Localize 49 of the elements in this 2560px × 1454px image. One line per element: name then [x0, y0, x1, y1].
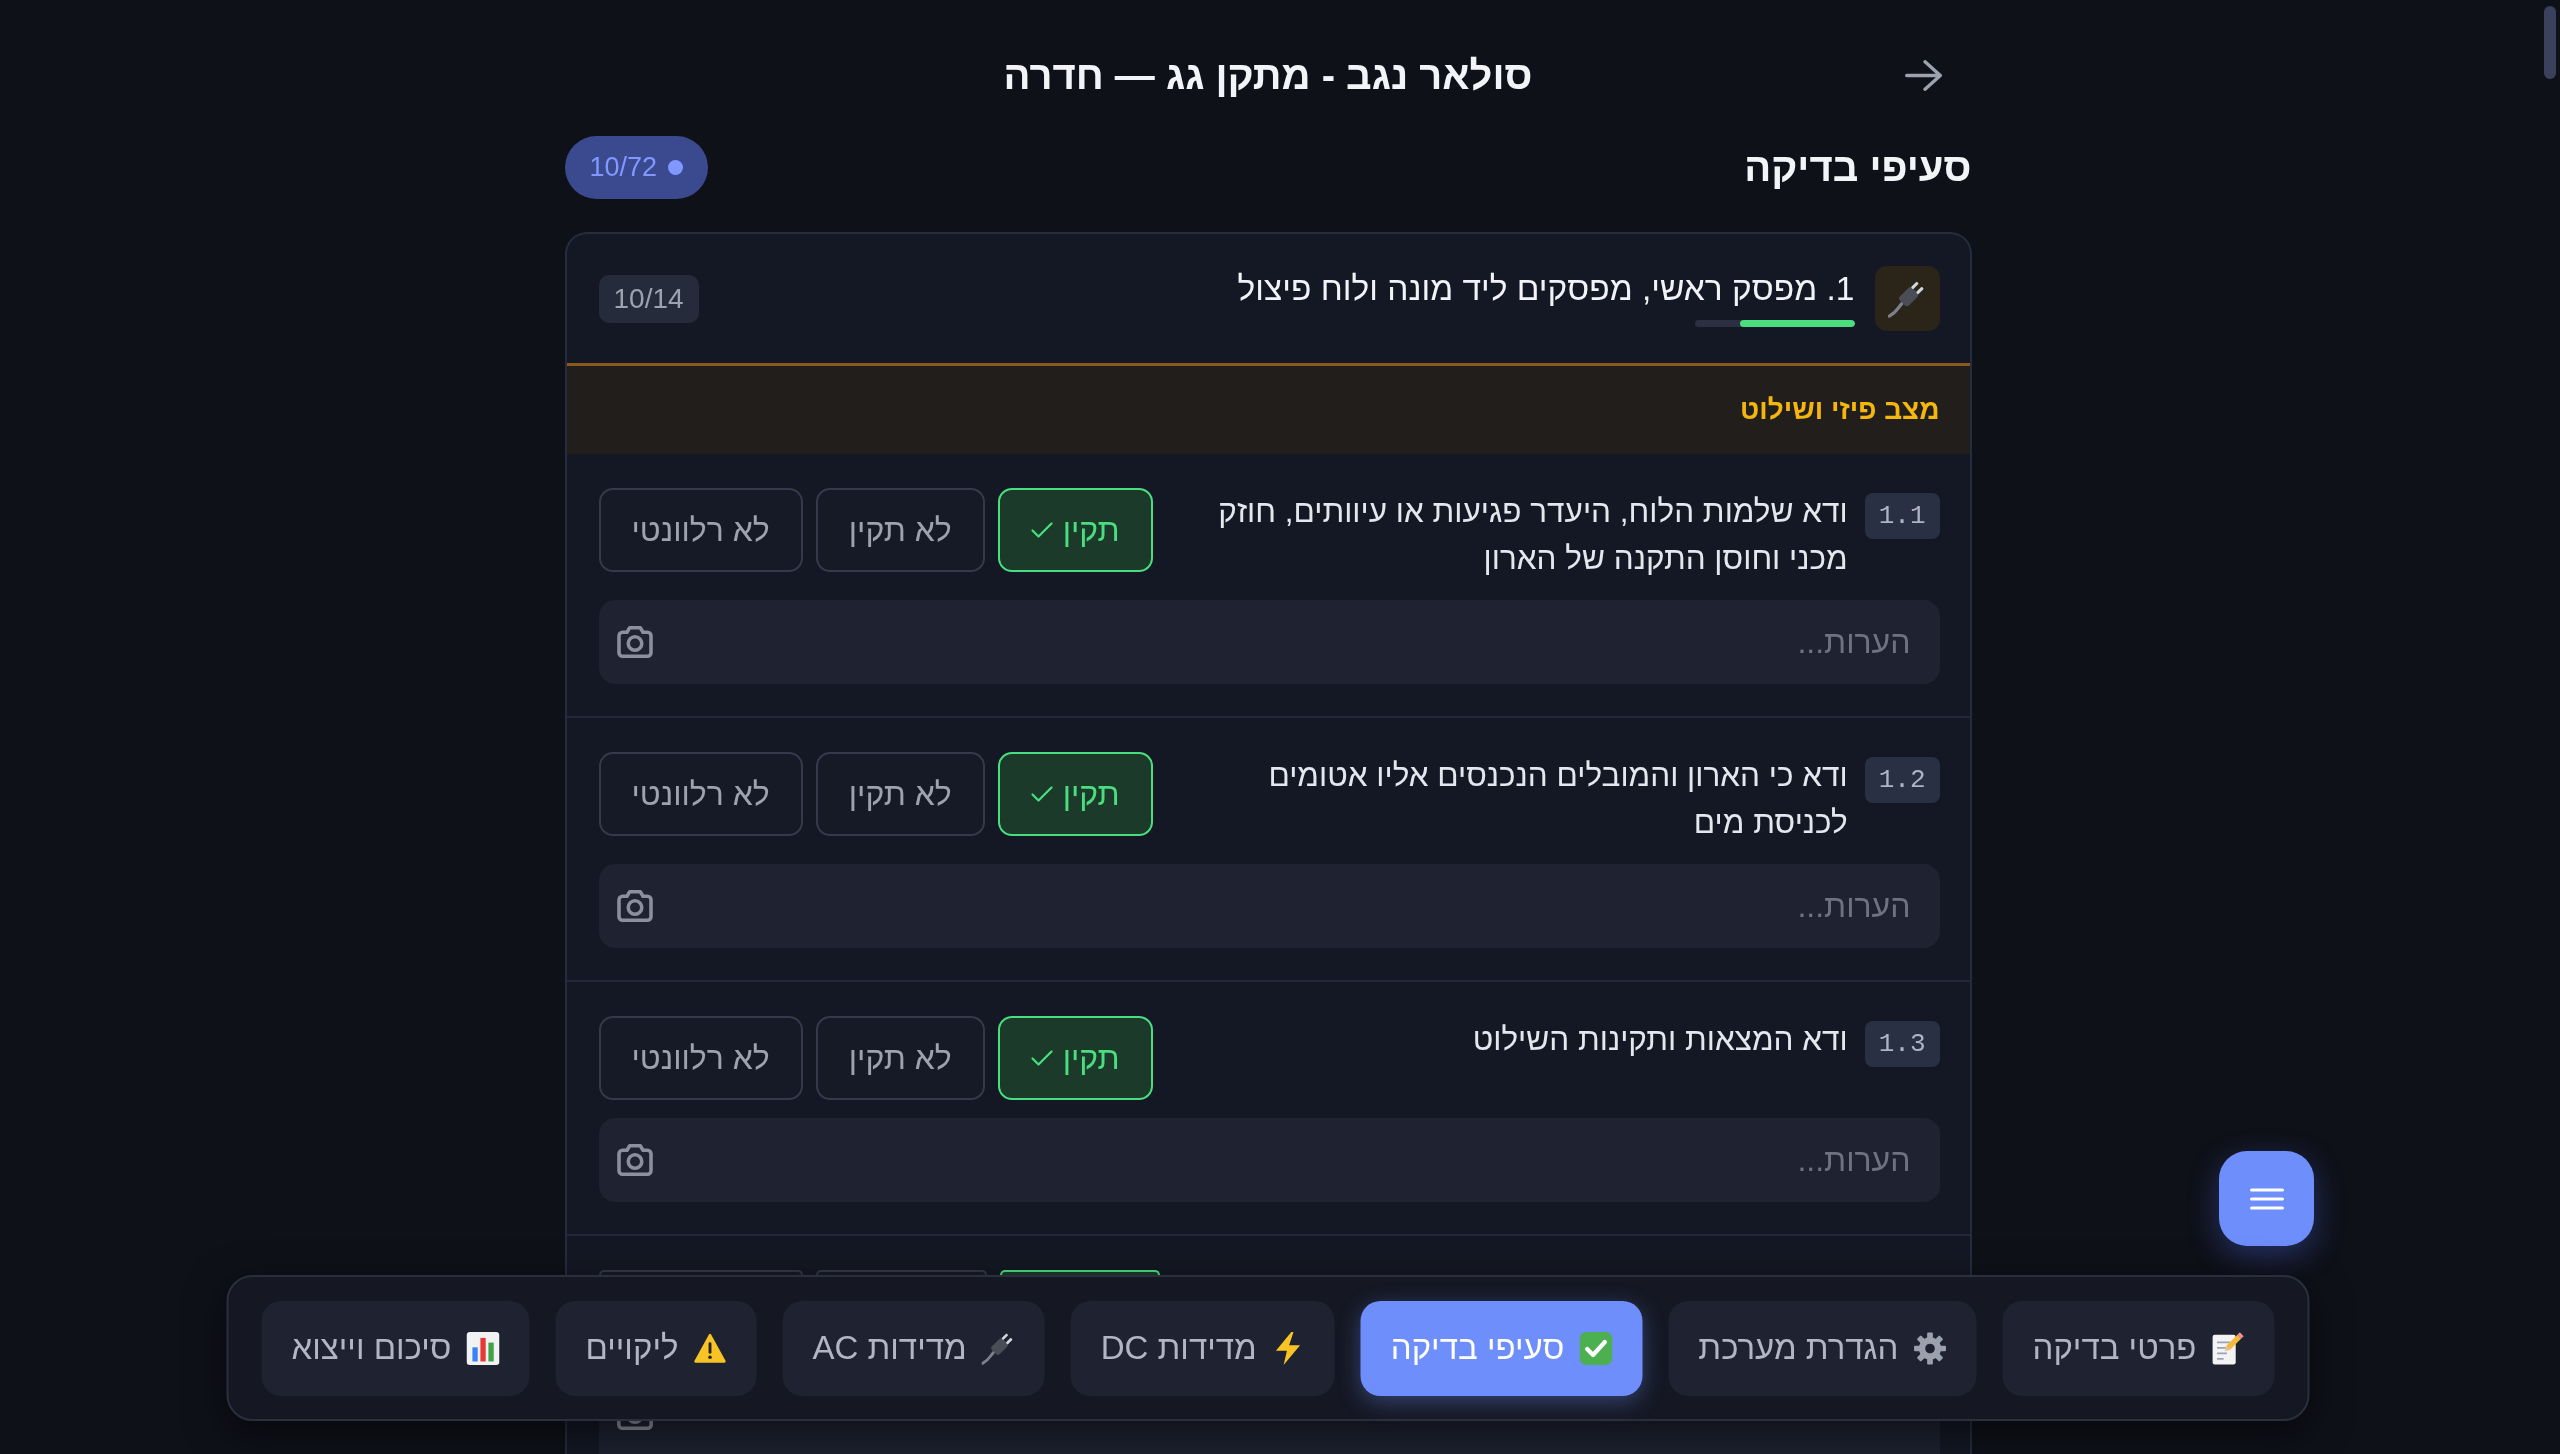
item-text: ודא שלמות הלוח, היעדר פגיעות או עיוותים, חוזק מכני וחוסן התקנה של הארון	[1217, 492, 1848, 578]
nav-tab[interactable]: פרטי בדיקה	[2002, 1300, 2275, 1396]
menu-button[interactable]	[2219, 1151, 2314, 1246]
item-number: 1.3	[1864, 1021, 1940, 1067]
bar-chart-icon[interactable]	[466, 1331, 500, 1365]
check-icon	[1030, 786, 1053, 802]
camera-icon[interactable]	[616, 626, 653, 658]
camera-icon[interactable]	[616, 1144, 653, 1176]
page-title: סולאר נגב - מתקן גג — חדרה	[1003, 52, 1533, 98]
section-title: 1. מפסק ראשי, מפסקים ליד מונה ולוח פיצול	[1237, 270, 1855, 308]
status-button[interactable]: תקין	[997, 752, 1153, 836]
notes-field[interactable]: הערות...	[598, 1118, 1940, 1202]
back-button[interactable]	[1904, 59, 1942, 91]
status-button[interactable]: לא רלוונטי	[598, 752, 803, 836]
scrollbar-thumb[interactable]	[2544, 6, 2556, 79]
plug-icon	[1874, 266, 1940, 331]
camera-icon[interactable]	[616, 1421, 653, 1430]
item-number: 1.1	[1864, 493, 1940, 539]
status-button[interactable]: לא תקין	[815, 1016, 985, 1100]
status-button[interactable]: תקין	[997, 1016, 1153, 1100]
status-button[interactable]: לא תקין	[815, 752, 985, 836]
item-text: ודא המצאות ותקינות השילוט	[1471, 1020, 1848, 1059]
nav-tab[interactable]: מדידות DC	[1070, 1300, 1335, 1396]
nav-tab[interactable]: הגדרת מערכת	[1668, 1300, 1977, 1396]
category-header: מצב פיזי ושילוט	[566, 366, 1970, 454]
notes-field[interactable]: הערות...	[598, 864, 1940, 948]
dot-icon	[668, 160, 684, 175]
check-icon	[1030, 1050, 1053, 1066]
notes-field[interactable]: הערות...	[598, 600, 1940, 684]
camera-icon[interactable]	[616, 890, 653, 922]
progress-count: 10/72	[589, 152, 658, 183]
section-heading: סעיפי בדיקה	[1744, 145, 1972, 190]
warning-icon[interactable]	[693, 1331, 727, 1365]
nav-tab[interactable]: מדידות AC	[782, 1300, 1045, 1396]
check-box-icon[interactable]	[1579, 1331, 1613, 1365]
status-button[interactable]: לא רלוונטי	[598, 1016, 803, 1100]
item-text: ודא כי הארון והמובלים הנכנסים אליו אטומים לכניסת מים	[1267, 756, 1848, 842]
nav-tab[interactable]: סיכום וייצוא	[261, 1300, 530, 1396]
status-button[interactable]: תקין	[997, 488, 1153, 572]
plug-icon[interactable]	[981, 1331, 1015, 1365]
gear-icon[interactable]	[1913, 1331, 1947, 1365]
notes-field[interactable]	[598, 1421, 1940, 1454]
memo-icon[interactable]	[2211, 1331, 2245, 1365]
check-icon	[1030, 522, 1053, 538]
count-badge: 10/14	[598, 274, 699, 323]
item-number: 1.2	[1864, 757, 1940, 803]
status-button[interactable]: לא תקין	[815, 488, 985, 572]
nav-tab[interactable]: ליקויים	[555, 1300, 757, 1396]
status-button[interactable]: לא רלוונטי	[598, 488, 803, 572]
